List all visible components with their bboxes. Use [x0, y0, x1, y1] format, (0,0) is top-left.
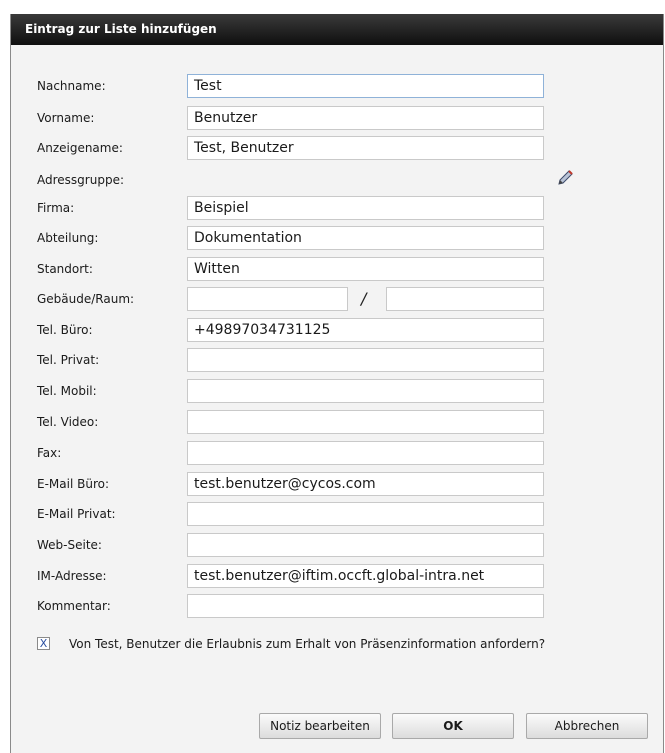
- im-adresse-input[interactable]: test.benutzer@iftim.occft.global-intra.n…: [187, 564, 544, 588]
- label-email-privat: E-Mail Privat:: [37, 507, 116, 521]
- email-privat-input[interactable]: [187, 502, 544, 526]
- label-webseite: Web-Seite:: [37, 538, 102, 552]
- row-tel-buero: Tel. Büro: +49897034731125: [11, 318, 663, 344]
- row-adressgruppe: Adressgruppe:: [11, 168, 663, 194]
- label-standort: Standort:: [37, 262, 93, 276]
- dialog-title: Eintrag zur Liste hinzufügen: [11, 14, 663, 45]
- label-anzeigename: Anzeigename:: [37, 141, 123, 155]
- row-webseite: Web-Seite:: [11, 533, 663, 559]
- label-abteilung: Abteilung:: [37, 231, 99, 245]
- raum-input[interactable]: [386, 287, 544, 311]
- tel-buero-input[interactable]: +49897034731125: [187, 318, 544, 342]
- presence-request-checkbox[interactable]: X: [37, 637, 50, 650]
- presence-request-label: Von Test, Benutzer die Erlaubnis zum Erh…: [69, 637, 546, 651]
- tel-video-input[interactable]: [187, 410, 544, 434]
- label-gebaeude-raum: Gebäude/Raum:: [37, 292, 135, 306]
- row-standort: Standort: Witten: [11, 257, 663, 283]
- webseite-input[interactable]: [187, 533, 544, 557]
- label-firma: Firma:: [37, 201, 75, 215]
- tel-privat-input[interactable]: [187, 348, 544, 372]
- firma-input[interactable]: Beispiel: [187, 196, 544, 220]
- add-entry-dialog: Eintrag zur Liste hinzufügen Nachname: T…: [10, 14, 664, 753]
- row-abteilung: Abteilung: Dokumentation: [11, 226, 663, 252]
- label-adressgruppe: Adressgruppe:: [37, 173, 124, 187]
- vorname-input[interactable]: Benutzer: [187, 106, 544, 130]
- nachname-input[interactable]: Test: [187, 74, 544, 98]
- row-im-adresse: IM-Adresse: test.benutzer@iftim.occft.gl…: [11, 564, 663, 590]
- row-gebaeude-raum: Gebäude/Raum: /: [11, 287, 663, 313]
- row-email-buero: E-Mail Büro: test.benutzer@cycos.com: [11, 472, 663, 498]
- row-fax: Fax:: [11, 441, 663, 467]
- label-fax: Fax:: [37, 446, 62, 460]
- tel-mobil-input[interactable]: [187, 379, 544, 403]
- notiz-bearbeiten-button[interactable]: Notiz bearbeiten: [259, 713, 381, 739]
- row-tel-privat: Tel. Privat:: [11, 348, 663, 374]
- standort-input[interactable]: Witten: [187, 257, 544, 281]
- fax-input[interactable]: [187, 441, 544, 465]
- anzeigename-input[interactable]: Test, Benutzer: [187, 136, 544, 160]
- label-email-buero: E-Mail Büro:: [37, 477, 109, 491]
- pencil-icon[interactable]: [556, 169, 574, 187]
- label-tel-mobil: Tel. Mobil:: [37, 384, 97, 398]
- row-firma: Firma: Beispiel: [11, 196, 663, 222]
- gebaeude-input[interactable]: [187, 287, 348, 311]
- kommentar-input[interactable]: [187, 594, 544, 618]
- label-im-adresse: IM-Adresse:: [37, 569, 107, 583]
- row-email-privat: E-Mail Privat:: [11, 502, 663, 528]
- row-nachname: Nachname: Test: [11, 74, 663, 100]
- row-vorname: Vorname: Benutzer: [11, 106, 663, 132]
- label-tel-video: Tel. Video:: [37, 415, 99, 429]
- label-kommentar: Kommentar:: [37, 599, 111, 613]
- abteilung-input[interactable]: Dokumentation: [187, 226, 544, 250]
- row-tel-video: Tel. Video:: [11, 410, 663, 436]
- row-tel-mobil: Tel. Mobil:: [11, 379, 663, 405]
- row-anzeigename: Anzeigename: Test, Benutzer: [11, 136, 663, 162]
- row-kommentar: Kommentar:: [11, 594, 663, 620]
- label-tel-privat: Tel. Privat:: [37, 353, 100, 367]
- label-vorname: Vorname:: [37, 111, 95, 125]
- label-tel-buero: Tel. Büro:: [37, 323, 93, 337]
- abbrechen-button[interactable]: Abbrechen: [526, 713, 648, 739]
- email-buero-input[interactable]: test.benutzer@cycos.com: [187, 472, 544, 496]
- ok-button[interactable]: OK: [392, 713, 514, 739]
- label-nachname: Nachname:: [37, 79, 106, 93]
- gebaeude-raum-separator: /: [361, 289, 367, 308]
